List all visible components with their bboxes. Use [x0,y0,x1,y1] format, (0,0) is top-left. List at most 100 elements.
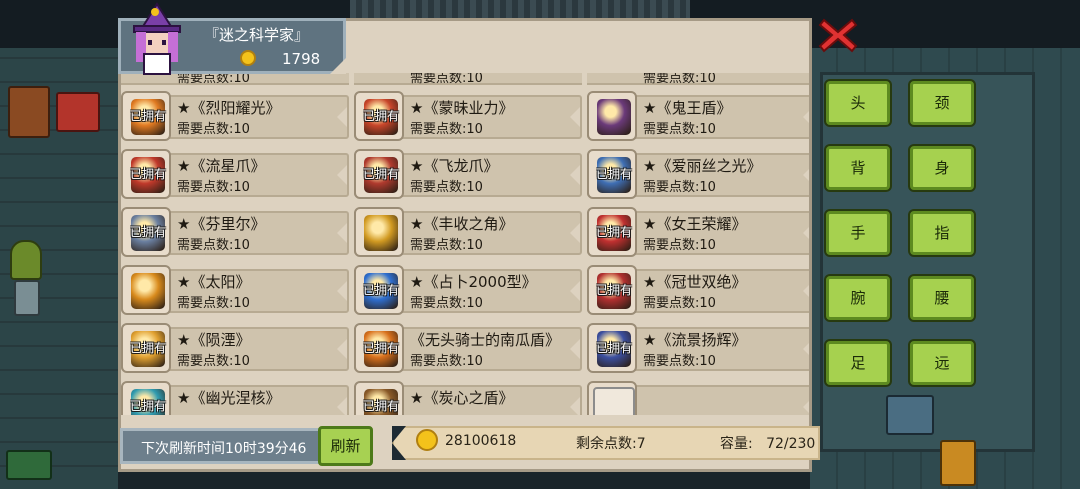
item-cost: 需要点数:10 [177,180,250,195]
item-cost: 需要点数:10 [177,296,250,311]
item-cost: 需要点数:10 [410,238,483,253]
shop-item[interactable]: ★《丰收之角》 需要点数:10 [354,207,582,259]
item-slot: 已拥有 [121,207,171,257]
inventory-capacity: 容量: 72/230 [720,436,816,452]
circuit-board-prop [6,450,52,480]
item-name: ★《女王荣耀》 [643,215,747,233]
owned-badge: 已拥有 [129,341,166,355]
player-coins: 1798 [282,50,321,68]
shop-item[interactable]: ★《鬼王盾》 需要点数:10 [587,91,809,143]
item-slot: 已拥有 [121,323,171,373]
item-slot: 已拥有 [354,265,404,315]
item-name: ★《流景扬辉》 [643,331,747,349]
item-name: ★《鬼王盾》 [643,99,732,117]
item-name: ★《炭心之盾》 [410,389,514,407]
owned-badge: 已拥有 [129,109,166,123]
shop-item[interactable]: 已拥有 ★《女王荣耀》 需要点数:10 [587,207,809,259]
shop-item[interactable]: 已拥有 ★《陨湮》需要点数:10 [121,323,349,375]
shop-item[interactable]: 已拥有 ★《炭心之盾》 [354,381,582,415]
item-cost: 需要点数:10 [643,354,716,369]
slot-wrist-button[interactable]: 腕 [826,276,890,320]
sun-shield-icon [131,273,165,309]
item-slot: 已拥有 [354,91,404,141]
ceiling-pipe [350,0,690,18]
refresh-timer: 下次刷新时间10时39分46 [120,428,324,464]
owned-badge: 已拥有 [129,399,166,413]
slot-back-button[interactable]: 背 [826,146,890,190]
item-slot: 已拥有 [587,207,637,257]
item-slot: 已拥有 [354,149,404,199]
terminal-prop [940,440,976,486]
owned-badge: 已拥有 [595,341,632,355]
shop-item[interactable]: 已拥有 ★《占卜2000型》 需要点数:10 [354,265,582,317]
shop-item[interactable]: 已拥有 《无头骑士的南瓜盾》 需要点数:10 [354,323,582,375]
vase-prop [14,280,40,316]
slot-foot-button[interactable]: 足 [826,341,890,385]
remaining-points: 剩余点数:7 [576,436,646,452]
item-cost: 需要点数:10 [410,180,483,195]
slot-head-button[interactable]: 头 [826,81,890,125]
item-name: ★《丰收之角》 [410,215,514,233]
item-cost: 需要点数:10 [643,238,716,253]
item-cost: 需要点数:10 [643,73,716,85]
item-slot: 已拥有 [354,381,404,415]
item-slot [121,265,171,315]
slot-ranged-button[interactable]: 远 [910,341,974,385]
list-item-partial: 需要点数:10 [587,73,809,85]
item-name: ★《蒙昧业力》 [410,99,514,117]
shopkeeper-name: 『迷之科学家』 [204,26,310,44]
item-name: ★《芬里尔》 [177,215,266,233]
machine-prop [56,92,100,132]
item-slot: 已拥有 [587,323,637,373]
item-cost: 需要点数:10 [177,354,250,369]
item-cost: 需要点数:10 [643,296,716,311]
slot-body-button[interactable]: 身 [910,146,974,190]
item-name: ★《幽光涅核》 [177,389,281,407]
item-cost: 需要点数:10 [410,354,483,369]
item-cost: 需要点数:10 [177,238,250,253]
owned-badge: 已拥有 [362,109,399,123]
shop-item[interactable]: ★《太阳》 需要点数:10 [121,265,349,317]
owned-badge: 已拥有 [595,283,632,297]
item-name: ★《陨湮》 [177,331,251,349]
item-name: ★《流星爪》 [177,157,266,175]
shop-item[interactable]: 已拥有 ★《幽光涅核》 [121,381,349,415]
list-item-partial: 需要点数:10 [354,73,582,85]
coin-icon [240,50,256,66]
shop-item[interactable]: 已拥有 ★《飞龙爪》 需要点数:10 [354,149,582,201]
shop-item[interactable]: 已拥有 ★《流星爪》 需要点数:10 [121,149,349,201]
item-slot: 已拥有 [121,91,171,141]
slot-hand-button[interactable]: 手 [826,211,890,255]
shop-item[interactable]: 已拥有 ★《流景扬辉》 需要点数:10 [587,323,809,375]
shop-item[interactable]: 已拥有 ★《爱丽丝之光》 需要点数:10 [587,149,809,201]
owned-badge: 已拥有 [362,399,399,413]
item-list[interactable]: 需要点数:10 需要点数:10 需要点数:10 已拥有 ★《烈阳耀光》 需要点数:1… [121,73,809,415]
item-slot: 已拥有 [587,265,637,315]
shop-item[interactable] [587,381,809,415]
item-slot: 已拥有 [121,381,171,415]
item-name: ★《占卜2000型》 [410,273,537,291]
item-name: 《无头骑士的南瓜盾》 [410,331,561,349]
close-x-icon[interactable] [818,16,858,54]
owned-badge: 已拥有 [362,283,399,297]
shop-item[interactable]: 已拥有 ★《芬里尔》 需要点数:10 [121,207,349,259]
item-slot [587,91,637,141]
owned-badge: 已拥有 [362,167,399,181]
shop-item[interactable]: 已拥有 ★《冠世双绝》 需要点数:10 [587,265,809,317]
item-slot [354,207,404,257]
shop-item[interactable]: 已拥有 ★《蒙昧业力》 需要点数:10 [354,91,582,143]
slot-waist-button[interactable]: 腰 [910,276,974,320]
slot-finger-button[interactable]: 指 [910,211,974,255]
item-name: ★《爱丽丝之光》 [643,157,762,175]
slot-neck-button[interactable]: 颈 [910,81,974,125]
empty-slot-icon [593,387,635,415]
owned-badge: 已拥有 [595,167,632,181]
shop-item[interactable]: 已拥有 ★《烈阳耀光》 需要点数:10 [121,91,349,143]
item-cost: 需要点数:10 [410,73,483,85]
refresh-timer-text: 下次刷新时间10时39分46 [141,441,307,457]
item-slot: 已拥有 [354,323,404,373]
horn-icon [364,215,398,251]
bottom-floor-strip [118,470,810,489]
item-cost: 需要点数:10 [410,296,483,311]
refresh-button[interactable]: 刷新 [318,426,373,466]
